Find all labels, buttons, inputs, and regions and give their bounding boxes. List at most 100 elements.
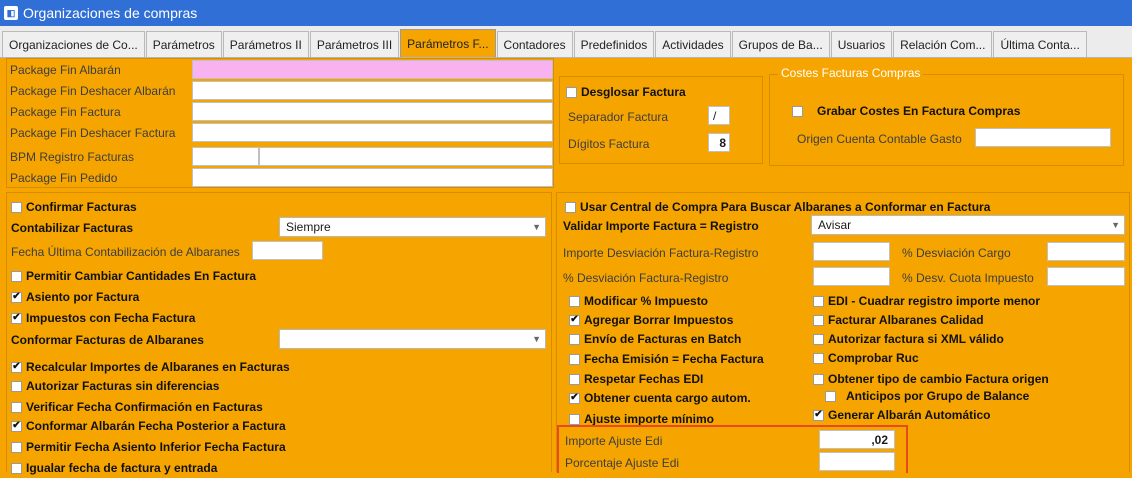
asiento-factura-checkbox[interactable]: ✔	[11, 291, 22, 303]
generar-albaran-label: Generar Albarán Automático	[828, 408, 991, 422]
validar-importe-value: Avisar	[818, 218, 852, 232]
package-fin-deshacer-factura-input[interactable]	[192, 123, 553, 142]
recalcular-importes-checkbox[interactable]: ✔	[11, 361, 22, 373]
ajuste-minimo-label: Ajuste importe mínimo	[584, 412, 715, 426]
obtener-cuenta-label: Obtener cuenta cargo autom.	[584, 391, 751, 405]
obtener-tipo-cambio-checkbox[interactable]	[813, 373, 824, 385]
fecha-emision-checkbox[interactable]	[569, 353, 580, 365]
tab-parametros-ii[interactable]: Parámetros II	[222, 31, 309, 57]
conformar-albaran-checkbox[interactable]: ✔	[11, 420, 22, 432]
comprobar-ruc-label: Comprobar Ruc	[828, 351, 919, 365]
tab-parametros[interactable]: Parámetros	[145, 31, 222, 57]
usar-central-label: Usar Central de Compra Para Buscar Albar…	[580, 200, 991, 214]
validar-importe-select[interactable]: Avisar ▼	[811, 215, 1125, 235]
digitos-factura-value: 8	[719, 135, 726, 150]
autorizar-xml-checkbox[interactable]	[813, 333, 824, 345]
impuestos-fecha-checkbox[interactable]: ✔	[11, 312, 22, 324]
contabilizar-facturas-select[interactable]: Siempre ▼	[279, 217, 546, 237]
validar-importe-label: Validar Importe Factura = Registro	[563, 219, 759, 233]
tab-parametros-iii[interactable]: Parámetros III	[309, 31, 400, 57]
pct-desviacion-factura-input[interactable]	[813, 267, 890, 286]
bpm-registro-facturas-label: BPM Registro Facturas	[10, 150, 135, 164]
permitir-cambiar-checkbox[interactable]	[11, 270, 22, 282]
tab-ultima-conta[interactable]: Última Conta...	[993, 31, 1087, 57]
desglosar-panel: Desglosar Factura Separador Factura / Dí…	[559, 76, 763, 164]
app-icon: ◧	[4, 6, 18, 20]
bpm-registro-desc-input[interactable]	[259, 147, 553, 166]
digitos-factura-input[interactable]: 8	[708, 133, 730, 152]
package-fin-pedido-input[interactable]	[192, 168, 553, 187]
facturar-calidad-checkbox[interactable]	[813, 314, 824, 326]
igualar-fecha-label: Igualar fecha de factura y entrada	[26, 461, 218, 475]
anticipos-grupo-checkbox[interactable]	[825, 390, 836, 402]
autorizar-sin-diferencias-checkbox[interactable]	[11, 380, 22, 392]
package-fin-deshacer-albaran-input[interactable]	[192, 81, 553, 100]
impuestos-fecha-label: Impuestos con Fecha Factura	[26, 311, 196, 325]
tab-grupos-balance[interactable]: Grupos de Ba...	[731, 31, 830, 57]
tab-predefinidos[interactable]: Predefinidos	[573, 31, 655, 57]
importe-desviacion-input[interactable]	[813, 242, 890, 261]
agregar-borrar-label: Agregar Borrar Impuestos	[584, 313, 734, 327]
agregar-borrar-checkbox[interactable]: ✔	[569, 314, 580, 326]
permitir-fecha-asiento-checkbox[interactable]	[11, 441, 22, 453]
obtener-tipo-cambio-label: Obtener tipo de cambio Factura origen	[828, 372, 1049, 386]
generar-albaran-checkbox[interactable]: ✔	[813, 409, 824, 421]
chevron-down-icon: ▼	[532, 334, 541, 344]
package-fin-factura-input[interactable]	[192, 102, 553, 121]
ajuste-minimo-checkbox[interactable]	[569, 413, 580, 425]
importe-ajuste-edi-label: Importe Ajuste Edi	[565, 434, 663, 448]
digitos-factura-label: Dígitos Factura	[568, 137, 650, 151]
title-bar: ◧ Organizaciones de compras	[0, 0, 1132, 26]
recalcular-importes-label: Recalcular Importes de Albaranes en Fact…	[26, 360, 290, 374]
respetar-fechas-edi-label: Respetar Fechas EDI	[584, 372, 704, 386]
tab-organizaciones[interactable]: Organizaciones de Co...	[2, 31, 145, 57]
comprobar-ruc-checkbox[interactable]	[813, 352, 824, 364]
grabar-costes-label: Grabar Costes En Factura Compras	[817, 104, 1021, 118]
fecha-ultima-label: Fecha Última Contabilización de Albarane…	[11, 245, 240, 259]
package-fin-pedido-label: Package Fin Pedido	[10, 171, 118, 185]
porcentaje-ajuste-edi-label: Porcentaje Ajuste Edi	[565, 456, 680, 470]
chevron-down-icon: ▼	[532, 222, 541, 232]
modificar-impuesto-checkbox[interactable]	[569, 295, 580, 307]
pct-desviacion-cargo-label: % Desviación Cargo	[902, 246, 1011, 260]
importe-ajuste-edi-input[interactable]: ,02	[819, 430, 895, 449]
pct-desviacion-cargo-input[interactable]	[1047, 242, 1125, 261]
package-fin-factura-label: Package Fin Factura	[10, 105, 121, 119]
contabilizar-facturas-value: Siempre	[286, 220, 331, 234]
pct-desv-cuota-label: % Desv. Cuota Impuesto	[902, 271, 1034, 285]
confirmar-facturas-checkbox[interactable]	[11, 201, 22, 213]
respetar-fechas-edi-checkbox[interactable]	[569, 373, 580, 385]
tab-relacion[interactable]: Relación Com...	[893, 31, 993, 57]
fecha-emision-label: Fecha Emisión = Fecha Factura	[584, 352, 764, 366]
conformar-facturas-select[interactable]: ▼	[279, 329, 546, 349]
packages-panel: Package Fin Albarán Package Fin Deshacer…	[6, 58, 554, 188]
separador-factura-input[interactable]: /	[708, 106, 730, 125]
bpm-registro-code-input[interactable]	[192, 147, 259, 166]
tab-parametros-f[interactable]: Parámetros F...	[400, 29, 496, 57]
origen-cuenta-input[interactable]	[975, 128, 1111, 147]
right-options-panel: Usar Central de Compra Para Buscar Albar…	[556, 192, 1130, 473]
porcentaje-ajuste-edi-input[interactable]	[819, 452, 895, 471]
importe-ajuste-edi-value: ,02	[871, 432, 888, 447]
envio-batch-checkbox[interactable]	[569, 333, 580, 345]
desglosar-factura-checkbox[interactable]	[566, 86, 577, 98]
costes-panel: Costes Facturas Compras Grabar Costes En…	[769, 66, 1124, 166]
desglosar-factura-label: Desglosar Factura	[581, 85, 686, 99]
pct-desv-cuota-input[interactable]	[1047, 267, 1125, 286]
package-fin-deshacer-factura-label: Package Fin Deshacer Factura	[10, 126, 176, 140]
tab-actividades[interactable]: Actividades	[655, 31, 731, 57]
tab-contadores[interactable]: Contadores	[496, 31, 573, 57]
verificar-fecha-label: Verificar Fecha Confirmación en Facturas	[26, 400, 263, 414]
package-fin-albaran-input[interactable]	[192, 60, 553, 79]
edi-cuadrar-checkbox[interactable]	[813, 295, 824, 307]
tab-usuarios[interactable]: Usuarios	[830, 31, 893, 57]
fecha-ultima-input[interactable]	[252, 241, 323, 260]
verificar-fecha-checkbox[interactable]	[11, 401, 22, 413]
usar-central-checkbox[interactable]	[565, 201, 576, 213]
obtener-cuenta-checkbox[interactable]: ✔	[569, 392, 580, 404]
confirmar-facturas-label: Confirmar Facturas	[26, 200, 137, 214]
facturar-calidad-label: Facturar Albaranes Calidad	[828, 313, 984, 327]
grabar-costes-checkbox[interactable]	[792, 105, 803, 117]
left-options-panel: Confirmar Facturas Contabilizar Facturas…	[6, 192, 552, 475]
importe-desviacion-label: Importe Desviación Factura-Registro	[563, 246, 759, 260]
